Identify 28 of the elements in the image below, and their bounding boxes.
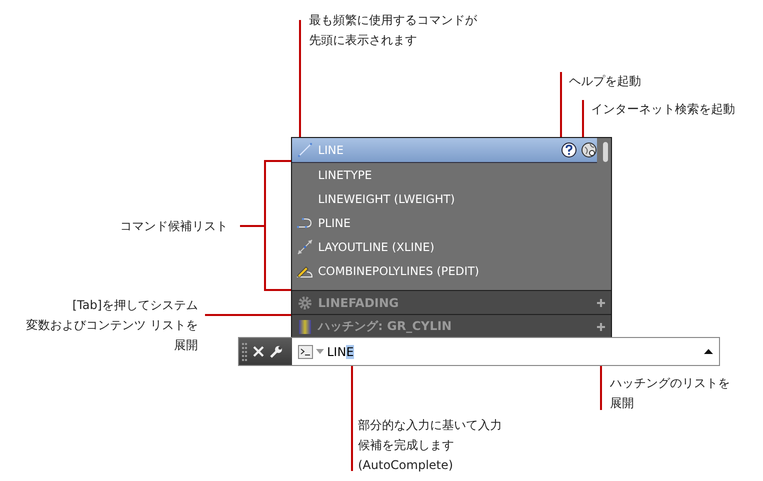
annotation-text: 部分的な入力に基いて入力 候補を完成します (AutoComplete) <box>358 417 502 474</box>
polyline-icon <box>296 215 314 231</box>
leader-line <box>582 100 584 138</box>
gear-icon <box>296 294 314 311</box>
suggestion-item[interactable]: LINEWEIGHT (LWEIGHT) <box>292 187 597 211</box>
expandable-section[interactable]: LINEFADING <box>292 290 611 314</box>
annotation-text: インターネット検索を起動 <box>591 101 735 118</box>
annotation-text: 最も頻繁に使用するコマンドが 先頭に表示されます <box>309 12 477 49</box>
line-icon <box>296 142 314 158</box>
annotation-text: ハッチングのリストを 展開 <box>610 375 730 412</box>
expandable-section[interactable]: ハッチング: GR_CYLIN <box>292 314 611 338</box>
suggestion-item[interactable]: PLINE <box>292 211 597 235</box>
leader-line <box>560 72 562 138</box>
annotation-text: ヘルプを起動 <box>569 73 641 90</box>
globe-search-icon[interactable] <box>581 142 597 158</box>
construction-line-icon <box>296 239 314 255</box>
section-label: LINEFADING <box>318 296 400 310</box>
suggestion-item[interactable]: LINETYPE <box>292 163 597 187</box>
annotation-text: コマンド候補リスト <box>120 218 228 235</box>
scrollbar-thumb[interactable] <box>603 142 608 162</box>
annotation-text: [Tab]を押してシステム 変数およびコンテンツ リストを 展開 <box>26 297 198 354</box>
suggestion-item[interactable]: LAYOUTLINE (XLINE) <box>292 235 597 259</box>
suggestion-item[interactable]: COMBINEPOLYLINES (PEDIT) <box>292 259 597 283</box>
help-icon[interactable] <box>561 142 577 158</box>
section-label: ハッチング: GR_CYLIN <box>318 318 453 336</box>
expand-icon[interactable] <box>597 298 605 307</box>
expand-icon[interactable] <box>597 322 605 331</box>
gradient-swatch-icon <box>296 318 314 335</box>
